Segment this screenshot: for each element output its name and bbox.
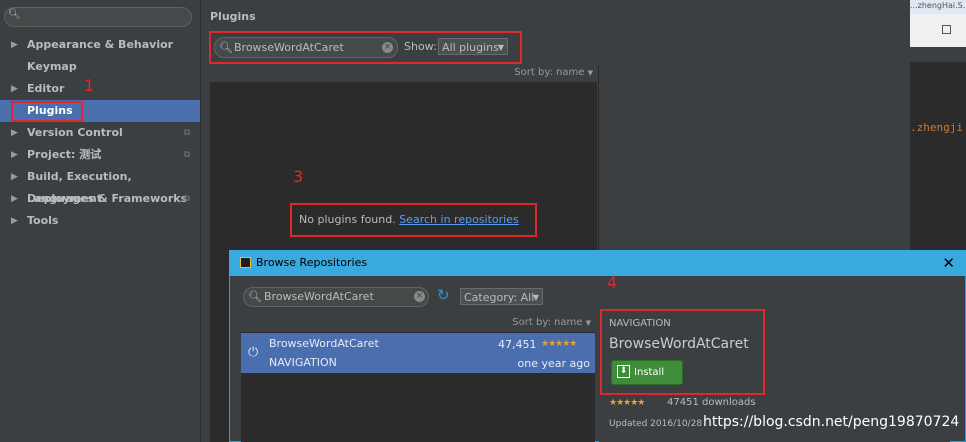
plugin-icon: ⏻ [248,345,259,360]
expand-arrow-icon[interactable]: ▶ [11,166,18,188]
expand-arrow-icon[interactable]: ▶ [11,210,18,232]
repository-search-value: BrowseWordAtCaret [264,290,374,303]
tree-item-label: Appearance & Behavior [27,38,174,51]
annotation-box-2 [209,31,522,64]
watermark: https://blog.csdn.net/peng19870724 [703,414,960,430]
annotation-number-1: 1 [84,76,95,95]
sort-by-dropdown[interactable]: Sort by: name ▼ [514,67,593,78]
tree-item-project[interactable]: ▶ Project: 测试 ⧉ [0,144,200,166]
result-updated: one year ago [517,357,590,370]
dialog-titlebar: Browse Repositories ✕ [229,250,966,276]
sort-label: Sort by: name [512,317,583,328]
settings-sidebar: 🔍︎ ▶ Appearance & Behavior Keymap ▶ Edit… [0,0,201,442]
detail-downloads: 47451 downloads [667,397,756,408]
result-category: NAVIGATION [269,356,337,369]
tree-item-appearance[interactable]: ▶ Appearance & Behavior [0,34,200,56]
chevron-down-icon: ▼ [532,293,539,302]
code-line: .zhengji [910,121,963,134]
tree-item-languages[interactable]: ▶ Languages & Frameworks ⧉ [0,188,200,210]
search-icon: 🔍︎ [248,290,262,303]
category-select[interactable]: Category: All ▼ [460,288,543,305]
sort-bar: Sort by: name ▼ [210,65,597,82]
search-icon: 🔍︎ [8,9,21,20]
sort-label: Sort by: name [514,67,585,78]
tree-item-editor[interactable]: ▶ Editor [0,78,200,100]
detail-rating-stars: ★★★★★ [609,398,645,408]
tree-item-build[interactable]: ▶ Build, Execution, Deployment [0,166,200,205]
tree-item-label: Tools [27,214,59,227]
tree-item-tools[interactable]: ▶ Tools [0,210,200,232]
project-settings-icon: ⧉ [183,150,190,160]
detail-updated: Updated 2016/10/28 [609,419,703,429]
expand-arrow-icon[interactable]: ▶ [11,122,18,144]
annotation-number-3: 3 [293,167,304,186]
sort-by-dropdown[interactable]: Sort by: name ▼ [512,317,591,328]
list-item[interactable]: ⏻ BrowseWordAtCaret NAVIGATION 47,451 ★★… [241,333,595,373]
result-downloads: 47,451 [498,338,537,351]
result-name: BrowseWordAtCaret [269,337,379,350]
close-icon[interactable]: ✕ [942,250,955,276]
chevron-down-icon: ▼ [587,69,593,77]
expand-arrow-icon[interactable]: ▶ [11,144,18,166]
tree-item-keymap[interactable]: Keymap [0,56,200,78]
annotation-box-3 [290,203,537,237]
tree-item-label: Project: 测试 [27,148,102,161]
tree-item-version-control[interactable]: ▶ Version Control ⧉ [0,122,200,144]
project-settings-icon: ⧉ [183,194,190,204]
rating-stars: ★★★★★ [541,339,577,349]
tree-item-label: Editor [27,82,65,95]
editor-tab-bar [910,47,966,62]
settings-search-input[interactable]: 🔍︎ [4,7,192,27]
annotation-box-1 [11,101,83,122]
background-window-title: ...zhengHai.S... [910,1,966,10]
expand-arrow-icon[interactable]: ▶ [11,188,18,210]
intellij-app-icon [240,257,251,268]
expand-arrow-icon[interactable]: ▶ [11,78,18,100]
refresh-icon[interactable]: ↻ [437,286,450,304]
maximize-icon[interactable] [942,25,951,34]
chevron-down-icon: ▼ [585,319,591,327]
background-window-titlebar: ...zhengHai.S... [910,0,966,14]
expand-arrow-icon[interactable]: ▶ [11,34,18,56]
repository-search-input[interactable]: 🔍︎ BrowseWordAtCaret × [243,287,429,307]
tree-item-label: Keymap [27,60,77,73]
annotation-number-4: 4 [607,273,618,292]
annotation-box-4 [600,309,765,395]
page-title: Plugins [210,10,256,23]
category-value: Category: All [464,291,535,304]
tree-item-label: Languages & Frameworks [27,192,188,205]
clear-icon[interactable]: × [414,291,425,302]
tree-item-label: Version Control [27,126,123,139]
project-settings-icon: ⧉ [183,128,190,138]
repository-sort-bar: Sort by: name ▼ [241,315,595,332]
dialog-title: Browse Repositories [256,256,368,269]
